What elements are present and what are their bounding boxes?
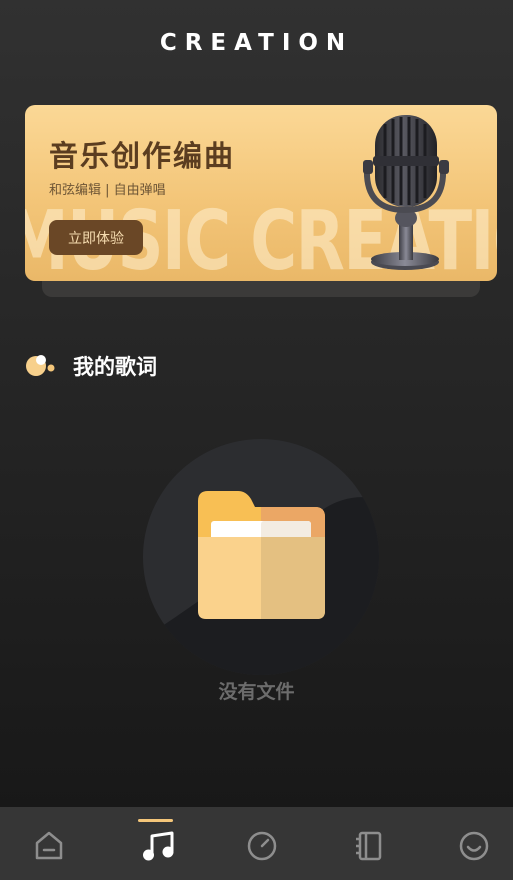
tab-metronome[interactable] [231,807,291,880]
promo-banner[interactable]: MUSIC CREATION 音乐创作编曲 和弦编辑 | 自由弹唱 立即体验 [25,105,497,281]
empty-state-illustration [143,439,379,675]
gauge-icon [247,831,277,861]
app-title: CREATION [159,30,354,56]
microphone-icon [363,115,449,270]
bubbles-icon [26,355,55,376]
notebook-icon [356,831,382,861]
my-lyrics-title: 我的歌词 [73,355,157,379]
tab-profile[interactable] [443,807,503,880]
tab-home[interactable] [19,807,79,880]
active-tab-indicator [138,819,173,822]
try-now-button[interactable]: 立即体验 [49,220,143,255]
banner-subtitle: 和弦编辑 | 自由弹唱 [49,183,166,198]
banner-title: 音乐创作编曲 [49,139,236,173]
folder-icon [143,491,379,675]
tab-notebook[interactable] [338,807,398,880]
music-note-icon [143,831,174,861]
empty-state-message: 没有文件 [218,681,295,703]
home-icon [35,831,63,860]
smiley-icon [459,831,489,861]
bottom-tab-bar [0,807,513,880]
tab-music[interactable] [127,807,187,880]
